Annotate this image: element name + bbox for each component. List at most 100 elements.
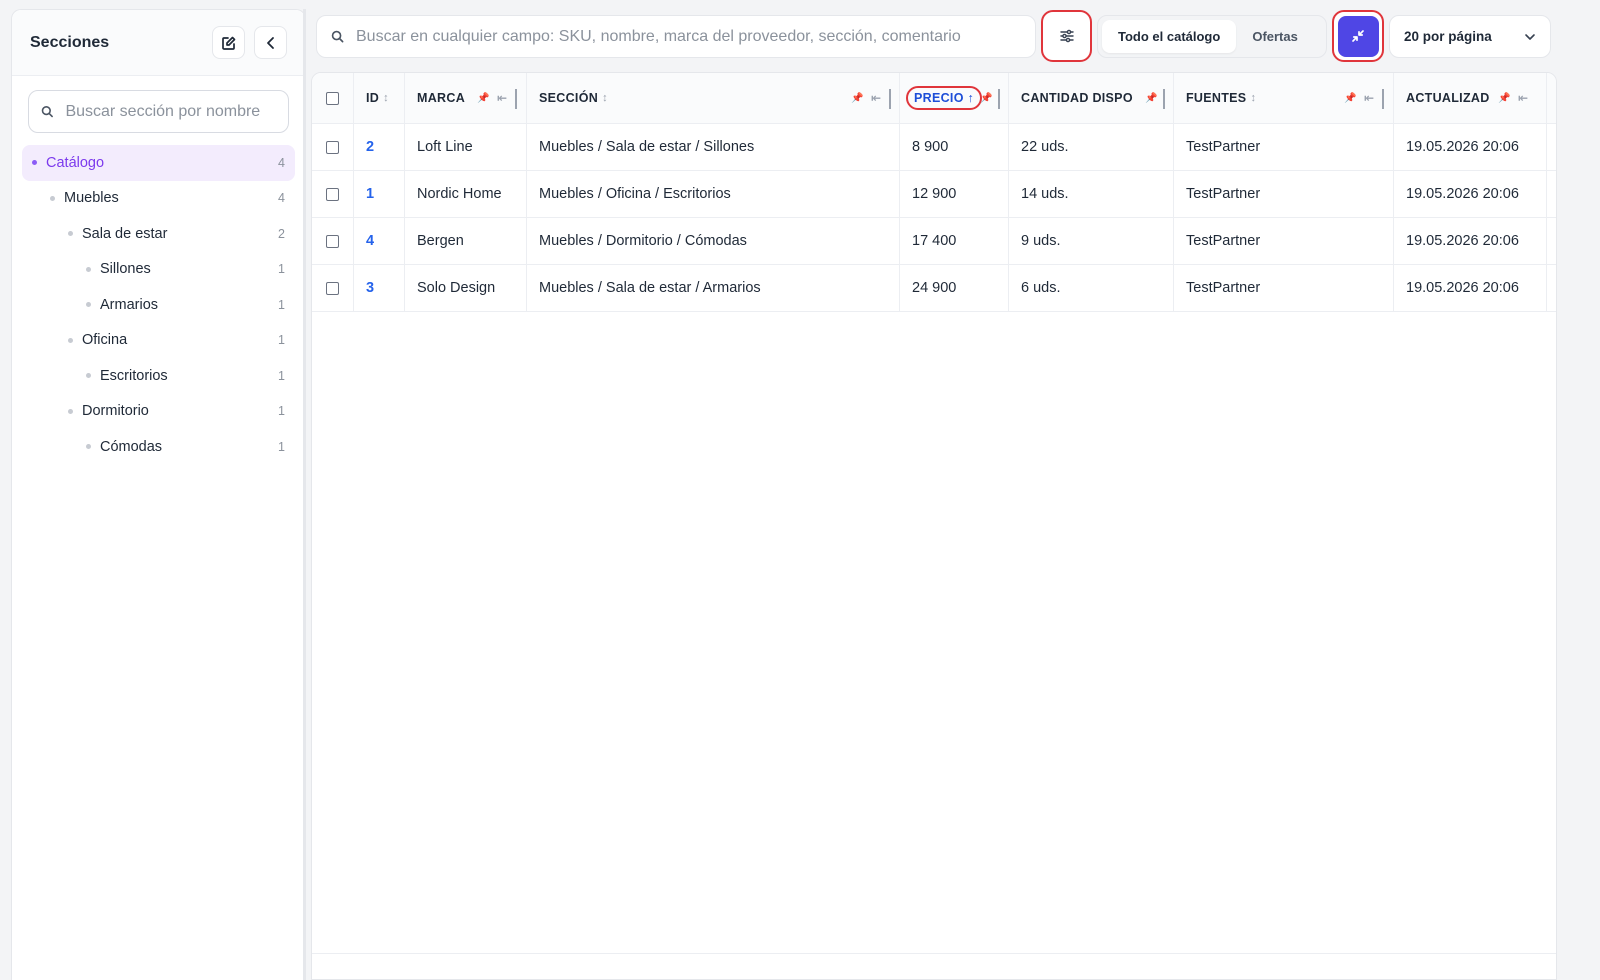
pin-icon[interactable]: 📌 [1344,93,1357,104]
edit-icon [221,36,235,50]
section-search-input[interactable] [65,102,276,121]
tree-item[interactable]: Dormitorio 1 [22,394,295,430]
tree-bullet-icon [86,444,91,450]
column-header-marca[interactable]: MARCA 📌 ⇤ [405,73,527,123]
tree-item-label: Muebles [64,190,119,207]
sort-icon[interactable]: ↕ [1250,92,1256,104]
tree-item-label: Sala de estar [82,225,168,242]
row-checkbox[interactable] [326,140,339,154]
column-resize-handle[interactable] [998,89,1000,109]
column-resize-handle[interactable] [1163,89,1165,109]
row-checkbox[interactable] [326,187,339,201]
column-label-actualizado: ACTUALIZAD [1406,91,1490,105]
column-label-cantidad: CANTIDAD DISPO [1021,91,1133,105]
column-resize-handle[interactable] [889,89,891,109]
row-select-cell [312,265,354,311]
row-select-cell [312,171,354,217]
sliders-icon [1059,29,1074,43]
pin-icon[interactable]: 📌 [1498,93,1511,104]
tree-item-label: Oficina [82,332,128,349]
column-header-cantidad[interactable]: CANTIDAD DISPO 📌 [1009,73,1174,123]
row-checkbox[interactable] [326,234,339,248]
sections-sidebar: Secciones Catálogo 4 Muebles 4 Sala de estar… [11,9,306,980]
cell-precio: 12 900 [900,171,1009,217]
tree-item[interactable]: Sala de estar 2 [22,216,295,252]
table-header-row: ID ↕ MARCA 📌 ⇤ SECCIÓN ↕ 📌 ⇤ PRECIO ↑ 📌 … [312,73,1556,124]
table-row[interactable]: 2 Loft Line Muebles / Sala de estar / Sill… [312,124,1556,171]
cell-marca: Loft Line [405,124,527,170]
cell-cantidad: 6 uds. [1009,265,1174,311]
collapse-sidebar-button[interactable] [254,26,287,59]
sort-icon[interactable]: ↕ [383,92,389,104]
precio-sorted-label[interactable]: PRECIO ↑ [906,86,983,110]
tree-item-count: 4 [278,155,285,170]
column-label-marca: MARCA [417,91,466,105]
tree-item-count: 1 [278,297,285,312]
pin-left-icon[interactable]: ⇤ [497,91,507,105]
product-id-link[interactable]: 2 [366,139,374,155]
tree-item[interactable]: Sillones 1 [22,252,295,288]
sidebar-resize-handle[interactable] [303,9,306,980]
per-page-value: 20 por página [1404,29,1492,44]
cell-fuentes: TestPartner [1174,218,1394,264]
compact-view-button[interactable] [1332,10,1384,62]
pin-icon[interactable]: 📌 [980,93,993,104]
tree-item-count: 1 [278,404,285,419]
cell-cantidad: 22 uds. [1009,124,1174,170]
filters-button[interactable] [1041,10,1092,62]
select-all-checkbox[interactable] [326,91,339,105]
per-page-select[interactable]: 20 por página [1389,15,1551,58]
edit-sections-button[interactable] [212,26,245,59]
column-header-actualizado[interactable]: ACTUALIZAD 📌 ⇤ [1394,73,1547,123]
tree-bullet-icon [68,231,73,237]
table-row[interactable]: 4 Bergen Muebles / Dormitorio / Cómodas 17 … [312,218,1556,265]
cell-cantidad: 14 uds. [1009,171,1174,217]
tab-ofertas[interactable]: Ofertas [1236,20,1314,53]
tree-bullet-icon [50,195,55,201]
column-resize-handle[interactable] [515,89,517,109]
tree-item[interactable]: Armarios 1 [22,287,295,323]
product-id-link[interactable]: 1 [366,186,374,202]
section-search [28,90,289,133]
row-checkbox[interactable] [326,281,339,295]
tree-item-count: 1 [278,333,285,348]
table-row[interactable]: 3 Solo Design Muebles / Sala de estar / Ar… [312,265,1556,312]
product-id-link[interactable]: 3 [366,280,374,296]
cell-id: 4 [354,218,405,264]
cell-id: 2 [354,124,405,170]
cell-marca: Solo Design [405,265,527,311]
pin-left-icon[interactable]: ⇤ [871,91,881,105]
chevron-down-icon [1525,33,1535,40]
tree-item-label: Dormitorio [82,403,149,420]
column-label-id: ID [366,91,380,105]
tree-item[interactable]: Escritorios 1 [22,358,295,394]
tab-todo-el-catalogo[interactable]: Todo el catálogo [1102,20,1237,53]
tree-bullet-icon [86,302,91,308]
tree-item[interactable]: Oficina 1 [22,323,295,359]
table-row[interactable]: 1 Nordic Home Muebles / Oficina / Escritor… [312,171,1556,218]
product-id-link[interactable]: 4 [366,233,374,249]
search-icon [41,105,53,118]
column-header-precio[interactable]: PRECIO ↑ 📌 [900,73,1009,123]
pin-left-icon[interactable]: ⇤ [1364,91,1374,105]
compact-view-inner [1337,15,1379,57]
column-header-id[interactable]: ID ↕ [354,73,405,123]
column-header-fuentes[interactable]: FUENTES ↕ 📌 ⇤ [1174,73,1394,123]
cell-seccion: Muebles / Sala de estar / Armarios [527,265,900,311]
pin-icon[interactable]: 📌 [477,93,490,104]
tree-item[interactable]: Cómodas 1 [22,429,295,465]
tree-item[interactable]: Catálogo 4 [22,145,295,181]
pin-left-icon[interactable]: ⇤ [1518,91,1528,105]
tree-item[interactable]: Muebles 4 [22,181,295,217]
pin-icon[interactable]: 📌 [1145,93,1158,104]
catalog-search-input[interactable] [356,27,1016,46]
tree-item-count: 2 [278,226,285,241]
catalog-table: ID ↕ MARCA 📌 ⇤ SECCIÓN ↕ 📌 ⇤ PRECIO ↑ 📌 … [311,72,1557,980]
column-header-seccion[interactable]: SECCIÓN ↕ 📌 ⇤ [527,73,900,123]
chevron-left-icon [266,36,274,49]
sidebar-title: Secciones [30,33,110,51]
cell-fuentes: TestPartner [1174,265,1394,311]
column-resize-handle[interactable] [1382,89,1384,109]
pin-icon[interactable]: 📌 [851,93,864,104]
sort-icon[interactable]: ↕ [602,92,608,104]
